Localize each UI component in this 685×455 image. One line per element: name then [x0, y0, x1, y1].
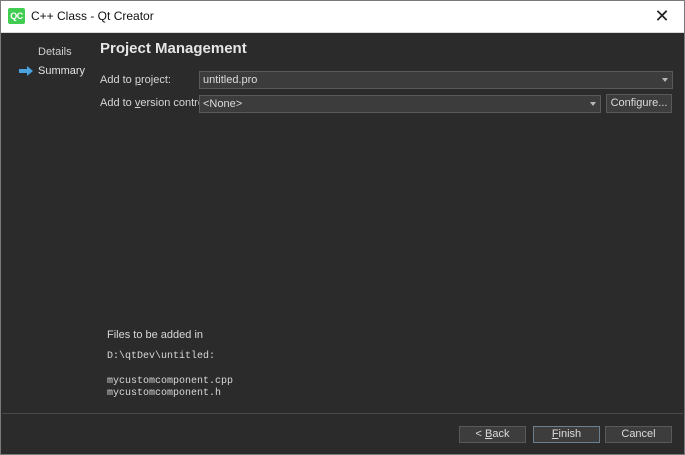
step-details: Details	[38, 46, 72, 58]
add-to-vcs-label: Add to version control:	[100, 97, 210, 109]
page-title: Project Management	[100, 40, 247, 57]
add-to-project-label: Add to project:	[100, 74, 171, 86]
step-summary: Summary	[38, 65, 86, 77]
file-list-item: mycustomcomponent.cpp	[107, 376, 234, 387]
files-directory: D:\qtDev\untitled:	[107, 351, 216, 362]
wizard-footer: < Back Finish Cancel	[1, 414, 684, 454]
cancel-button[interactable]: Cancel	[605, 426, 672, 443]
file-list-item: mycustomcomponent.h	[107, 388, 222, 399]
arrow-right-icon	[19, 66, 33, 76]
version-control-select[interactable]: <None>	[199, 95, 601, 113]
finish-button[interactable]: Finish	[533, 426, 600, 443]
qt-creator-logo-icon: QC	[8, 8, 25, 24]
files-heading: Files to be added in	[107, 329, 204, 341]
wizard-steps-sidebar: Details Summary	[2, 33, 88, 413]
chevron-down-icon	[590, 102, 596, 106]
title-bar[interactable]: QC C++ Class - Qt Creator ✕	[1, 1, 684, 33]
back-button[interactable]: < Back	[459, 426, 526, 443]
files-summary: Files to be added in D:\qtDev\untitled: …	[107, 329, 233, 400]
project-select-value: untitled.pro	[203, 74, 258, 86]
vcs-select-value: <None>	[203, 98, 243, 110]
configure-button[interactable]: Configure...	[606, 94, 672, 113]
close-button[interactable]: ✕	[640, 1, 684, 32]
project-select[interactable]: untitled.pro	[199, 71, 673, 89]
wizard-window: QC C++ Class - Qt Creator ✕ Details Summ…	[0, 0, 685, 455]
chevron-down-icon	[662, 78, 668, 82]
window-title: C++ Class - Qt Creator	[31, 9, 154, 23]
close-icon: ✕	[654, 6, 670, 26]
